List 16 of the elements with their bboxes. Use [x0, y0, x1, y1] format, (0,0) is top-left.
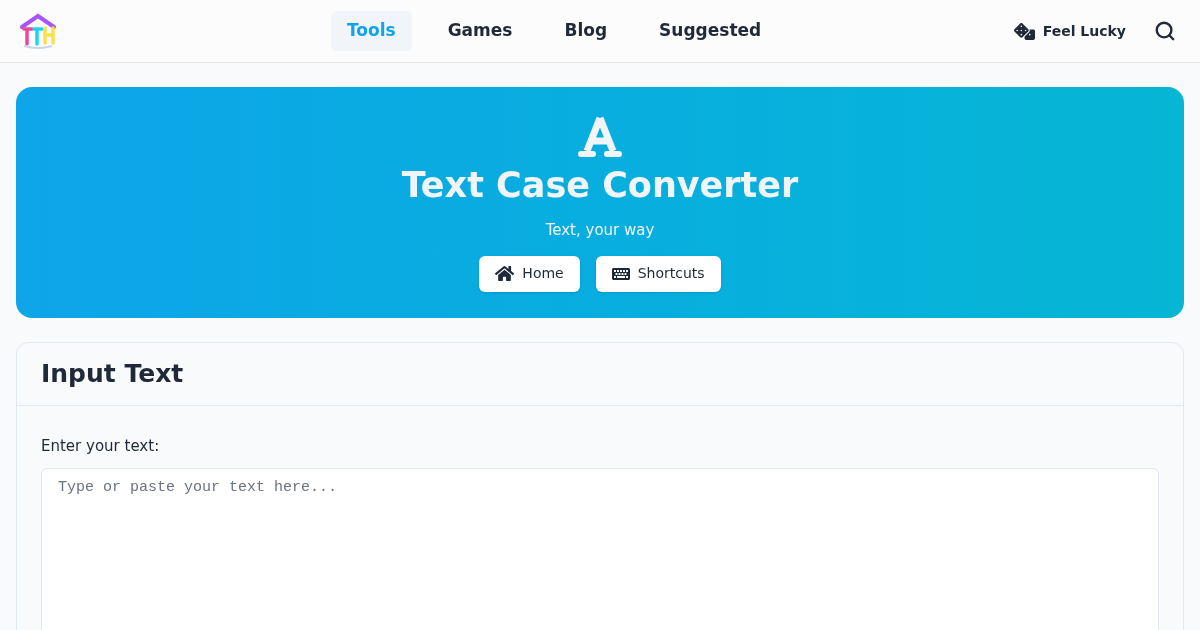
subtitle: Text, your way [545, 220, 655, 241]
page-title: Text Case Converter [401, 164, 799, 207]
logo-icon[interactable] [18, 13, 58, 49]
nav-link[interactable]: Blog [548, 11, 624, 51]
feel-lucky-button[interactable]: Feel Lucky [1013, 20, 1126, 42]
text-input-field[interactable]: Type or paste your text here... [41, 468, 1159, 630]
nav-link[interactable]: Games [431, 11, 529, 51]
card-title: Input Text [41, 358, 184, 391]
home-button[interactable]: Home [479, 255, 580, 292]
search-icon[interactable] [1154, 20, 1176, 42]
font-icon [578, 115, 622, 159]
shortcuts-button[interactable]: Shortcuts [595, 255, 721, 292]
dice-icon [1013, 20, 1035, 42]
nav-link[interactable]: Suggested [643, 11, 778, 51]
home-icon [495, 264, 515, 283]
field-label: Enter your text: [41, 437, 160, 455]
